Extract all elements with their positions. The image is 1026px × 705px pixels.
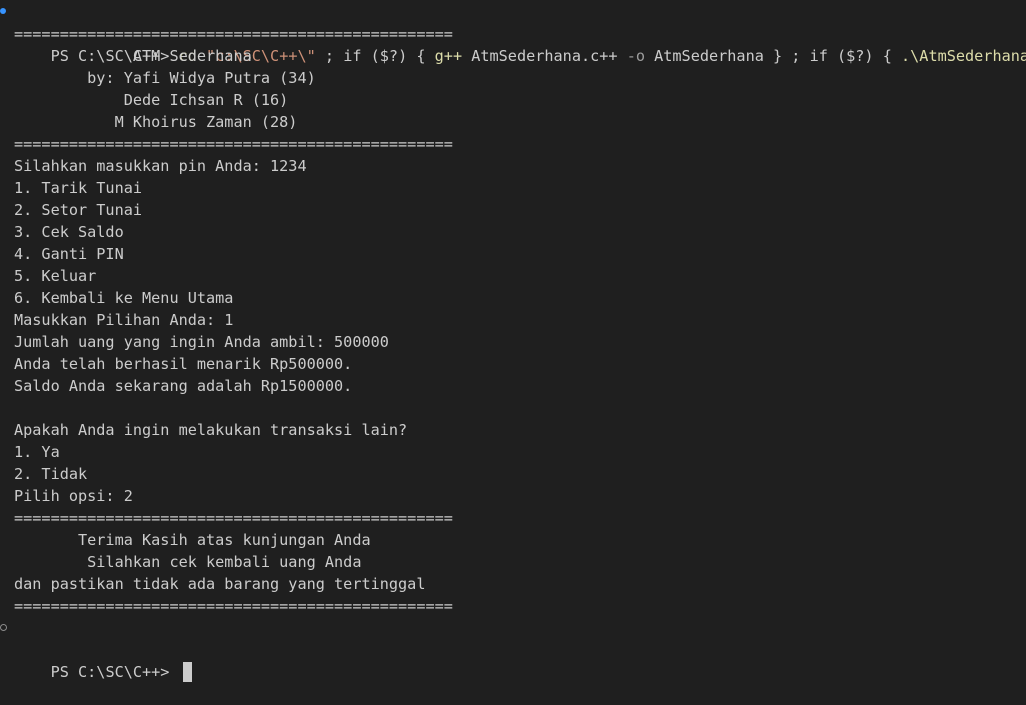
command-status-dot-icon[interactable]: [0, 8, 6, 14]
thanks-line: Terima Kasih atas kunjungan Anda: [14, 531, 371, 549]
thanks-line: dan pastikan tidak ada barang yang terti…: [14, 575, 426, 593]
separator-line: ========================================…: [14, 509, 453, 527]
text-cursor: [182, 662, 192, 682]
final-prompt: PS C:\SC\C++>: [50, 663, 179, 681]
terminal-panel[interactable]: PS C:\SC\C++> cd "c:\SC\C++\" ; if ($?) …: [0, 0, 1026, 682]
author-line: Dede Ichsan R (16): [14, 91, 289, 109]
author-line: by: Yafi Widya Putra (34): [14, 69, 316, 87]
menu-item: 4. Ganti PIN: [14, 245, 124, 263]
active-prompt-line[interactable]: PS C:\SC\C++>: [0, 617, 1026, 682]
pin-prompt: Silahkan masukkan pin Anda: 1234: [14, 157, 307, 175]
author-line: M Khoirus Zaman (28): [14, 113, 298, 131]
prompt-status-dot-icon[interactable]: [0, 624, 7, 631]
option-item: 2. Tidak: [14, 465, 88, 483]
menu-item: 2. Setor Tunai: [14, 201, 143, 219]
amount-prompt: Jumlah uang yang ingin Anda ambil: 50000…: [14, 333, 389, 351]
command-line: PS C:\SC\C++> cd "c:\SC\C++\" ; if ($?) …: [0, 1, 1026, 65]
separator-line: ========================================…: [14, 597, 453, 615]
option-item: 1. Ya: [14, 443, 60, 461]
app-title: ATM Sederhana: [14, 47, 252, 65]
thanks-line: Silahkan cek kembali uang Anda: [14, 553, 362, 571]
choice-prompt: Masukkan Pilihan Anda: 1: [14, 311, 234, 329]
withdraw-result: Anda telah berhasil menarik Rp500000.: [14, 355, 353, 373]
menu-item: 1. Tarik Tunai: [14, 179, 143, 197]
separator-line: ========================================…: [14, 135, 453, 153]
another-transaction-prompt: Apakah Anda ingin melakukan transaksi la…: [14, 421, 408, 439]
balance-result: Saldo Anda sekarang adalah Rp1500000.: [14, 377, 353, 395]
menu-item: 3. Cek Saldo: [14, 223, 124, 241]
option-choice: Pilih opsi: 2: [14, 487, 133, 505]
separator-line: ========================================…: [14, 25, 453, 43]
menu-item: 5. Keluar: [14, 267, 97, 285]
menu-item: 6. Kembali ke Menu Utama: [14, 289, 234, 307]
